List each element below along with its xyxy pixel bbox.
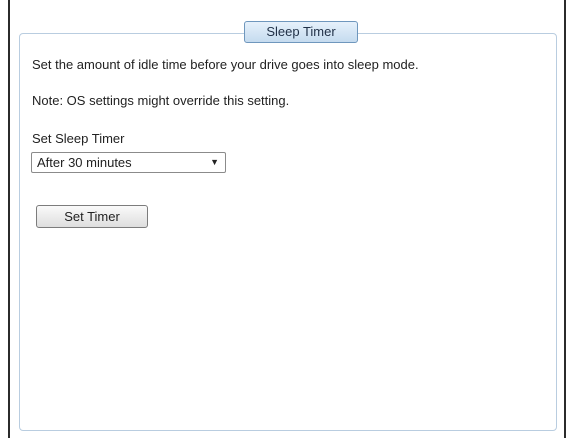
- description-text: Set the amount of idle time before your …: [32, 57, 419, 72]
- note-text: Note: OS settings might override this se…: [32, 93, 290, 108]
- sleep-timer-tab[interactable]: Sleep Timer: [244, 21, 358, 43]
- sleep-timer-select[interactable]: After 30 minutes ▼: [31, 152, 226, 173]
- window-frame: Sleep Timer Set the amount of idle time …: [8, 0, 566, 438]
- sleep-timer-label: Set Sleep Timer: [32, 131, 125, 146]
- sleep-timer-selected-value: After 30 minutes: [37, 155, 132, 170]
- dropdown-arrow-icon: ▼: [210, 157, 219, 167]
- set-timer-button[interactable]: Set Timer: [36, 205, 148, 228]
